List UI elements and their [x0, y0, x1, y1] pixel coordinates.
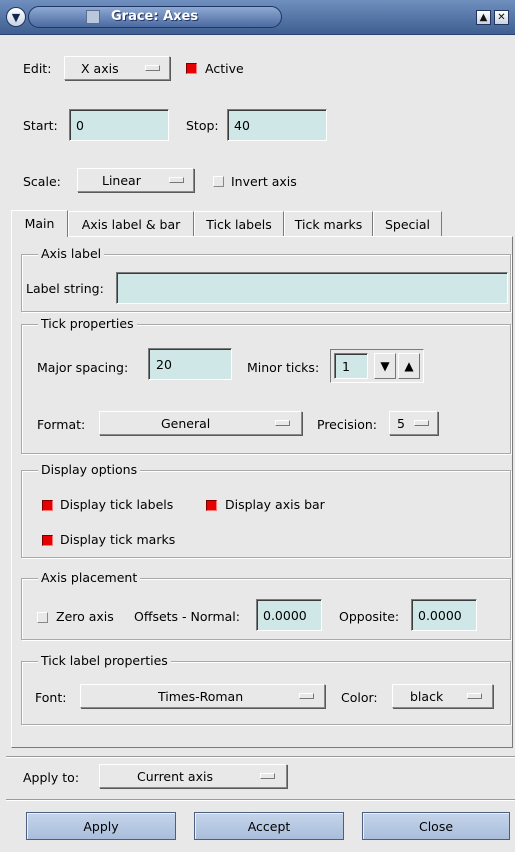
axis-label-frame-title: Axis label: [38, 246, 105, 261]
color-label: Color:: [341, 690, 378, 705]
tab-label: Tick labels: [206, 217, 272, 232]
scale-value: Linear: [102, 173, 141, 188]
stop-value: 40: [234, 118, 250, 133]
display-tick-labels-label: Display tick labels: [60, 497, 174, 512]
tab-label: Tick marks: [294, 217, 363, 232]
color-value: black: [410, 689, 444, 704]
minor-ticks-input[interactable]: 1: [334, 353, 368, 379]
close-button-label: Close: [418, 819, 454, 834]
major-spacing-label: Major spacing:: [37, 360, 129, 375]
label-string-input[interactable]: [116, 272, 508, 304]
option-indicator-icon: [414, 420, 429, 426]
option-indicator-icon: [169, 177, 184, 183]
option-indicator-icon: [299, 693, 314, 699]
font-select[interactable]: Times-Roman: [80, 684, 325, 708]
precision-value: 5: [397, 416, 405, 431]
display-tick-labels-checkbox[interactable]: [42, 500, 53, 511]
font-value: Times-Roman: [158, 689, 244, 704]
arrow-up-icon[interactable]: ▲: [398, 353, 420, 379]
close-button[interactable]: Close: [362, 812, 510, 840]
close-icon[interactable]: ✕: [494, 10, 509, 25]
scale-label: Scale:: [23, 174, 61, 189]
tab-label: Special: [384, 217, 431, 232]
offset-normal-value: 0.0000: [263, 608, 307, 623]
apply-button-label: Apply: [83, 819, 119, 834]
minor-ticks-value: 1: [342, 359, 350, 374]
apply-to-label: Apply to:: [23, 770, 80, 785]
major-spacing-input[interactable]: 20: [148, 348, 232, 380]
opposite-label: Opposite:: [339, 609, 400, 624]
tab-main[interactable]: Main: [11, 210, 68, 237]
offset-normal-input[interactable]: 0.0000: [256, 599, 322, 631]
offsets-normal-label: Offsets - Normal:: [134, 609, 240, 624]
minor-ticks-spinner: 1 ▼ ▲: [330, 349, 424, 383]
apply-button[interactable]: Apply: [26, 812, 176, 840]
major-spacing-value: 20: [156, 357, 172, 372]
invert-axis-checkbox[interactable]: [213, 176, 224, 187]
precision-label: Precision:: [317, 417, 377, 432]
start-value: 0: [76, 118, 84, 133]
offset-opposite-value: 0.0000: [418, 608, 462, 623]
option-indicator-icon: [145, 65, 160, 71]
color-select[interactable]: black: [392, 684, 493, 708]
apply-to-select[interactable]: Current axis: [99, 764, 287, 788]
tab-label: Main: [24, 216, 55, 231]
app-icon: [86, 10, 100, 24]
start-label: Start:: [23, 118, 58, 133]
font-label: Font:: [35, 690, 67, 705]
option-indicator-icon: [260, 773, 275, 779]
tab-tick-marks[interactable]: Tick marks: [284, 211, 373, 236]
start-input[interactable]: 0: [69, 109, 169, 141]
scale-select[interactable]: Linear: [77, 168, 194, 192]
title-bar[interactable]: ▼ Grace: Axes ▲ ✕: [0, 0, 515, 35]
offset-opposite-input[interactable]: 0.0000: [411, 599, 477, 631]
option-indicator-icon: [275, 420, 290, 426]
apply-to-value: Current axis: [137, 769, 213, 784]
display-options-frame-title: Display options: [38, 462, 141, 477]
display-axis-bar-checkbox[interactable]: [206, 500, 217, 511]
format-label: Format:: [37, 417, 86, 432]
format-value: General: [161, 416, 211, 431]
window-title: Grace: Axes: [111, 9, 199, 24]
precision-select[interactable]: 5: [389, 411, 438, 435]
minor-ticks-label: Minor ticks:: [247, 360, 320, 375]
accept-button-label: Accept: [247, 819, 291, 834]
arrow-down-icon[interactable]: ▼: [374, 353, 396, 379]
tick-label-properties-frame-title: Tick label properties: [38, 653, 171, 668]
label-string-label: Label string:: [26, 281, 104, 296]
active-checkbox[interactable]: [186, 63, 197, 74]
tick-properties-frame-title: Tick properties: [38, 316, 137, 331]
display-axis-bar-label: Display axis bar: [225, 497, 325, 512]
option-indicator-icon: [467, 693, 482, 699]
invert-axis-label: Invert axis: [231, 174, 297, 189]
tab-label: Axis label & bar: [81, 217, 181, 232]
format-select[interactable]: General: [99, 411, 302, 435]
tab-tick-labels[interactable]: Tick labels: [194, 211, 284, 236]
axis-placement-frame-title: Axis placement: [38, 570, 141, 585]
tab-axis-label-bar[interactable]: Axis label & bar: [68, 211, 194, 236]
tab-special[interactable]: Special: [373, 211, 442, 236]
separator: [6, 799, 515, 801]
accept-button[interactable]: Accept: [194, 812, 344, 840]
edit-axis-select[interactable]: X axis: [64, 56, 170, 80]
display-tick-marks-checkbox[interactable]: [42, 535, 53, 546]
stop-label: Stop:: [186, 118, 219, 133]
zero-axis-checkbox[interactable]: [37, 612, 48, 623]
shade-icon[interactable]: ▲: [476, 10, 491, 25]
edit-label: Edit:: [23, 61, 52, 76]
axes-dialog: ▼ Grace: Axes ▲ ✕ Edit: X axis Active St…: [0, 0, 515, 852]
zero-axis-label: Zero axis: [56, 609, 114, 624]
active-label: Active: [205, 61, 244, 76]
display-tick-marks-label: Display tick marks: [60, 532, 176, 547]
separator: [6, 756, 515, 758]
window-menu-icon[interactable]: ▼: [6, 7, 26, 27]
stop-input[interactable]: 40: [227, 109, 327, 141]
title-pill[interactable]: Grace: Axes: [28, 6, 282, 28]
edit-axis-value: X axis: [81, 61, 119, 76]
